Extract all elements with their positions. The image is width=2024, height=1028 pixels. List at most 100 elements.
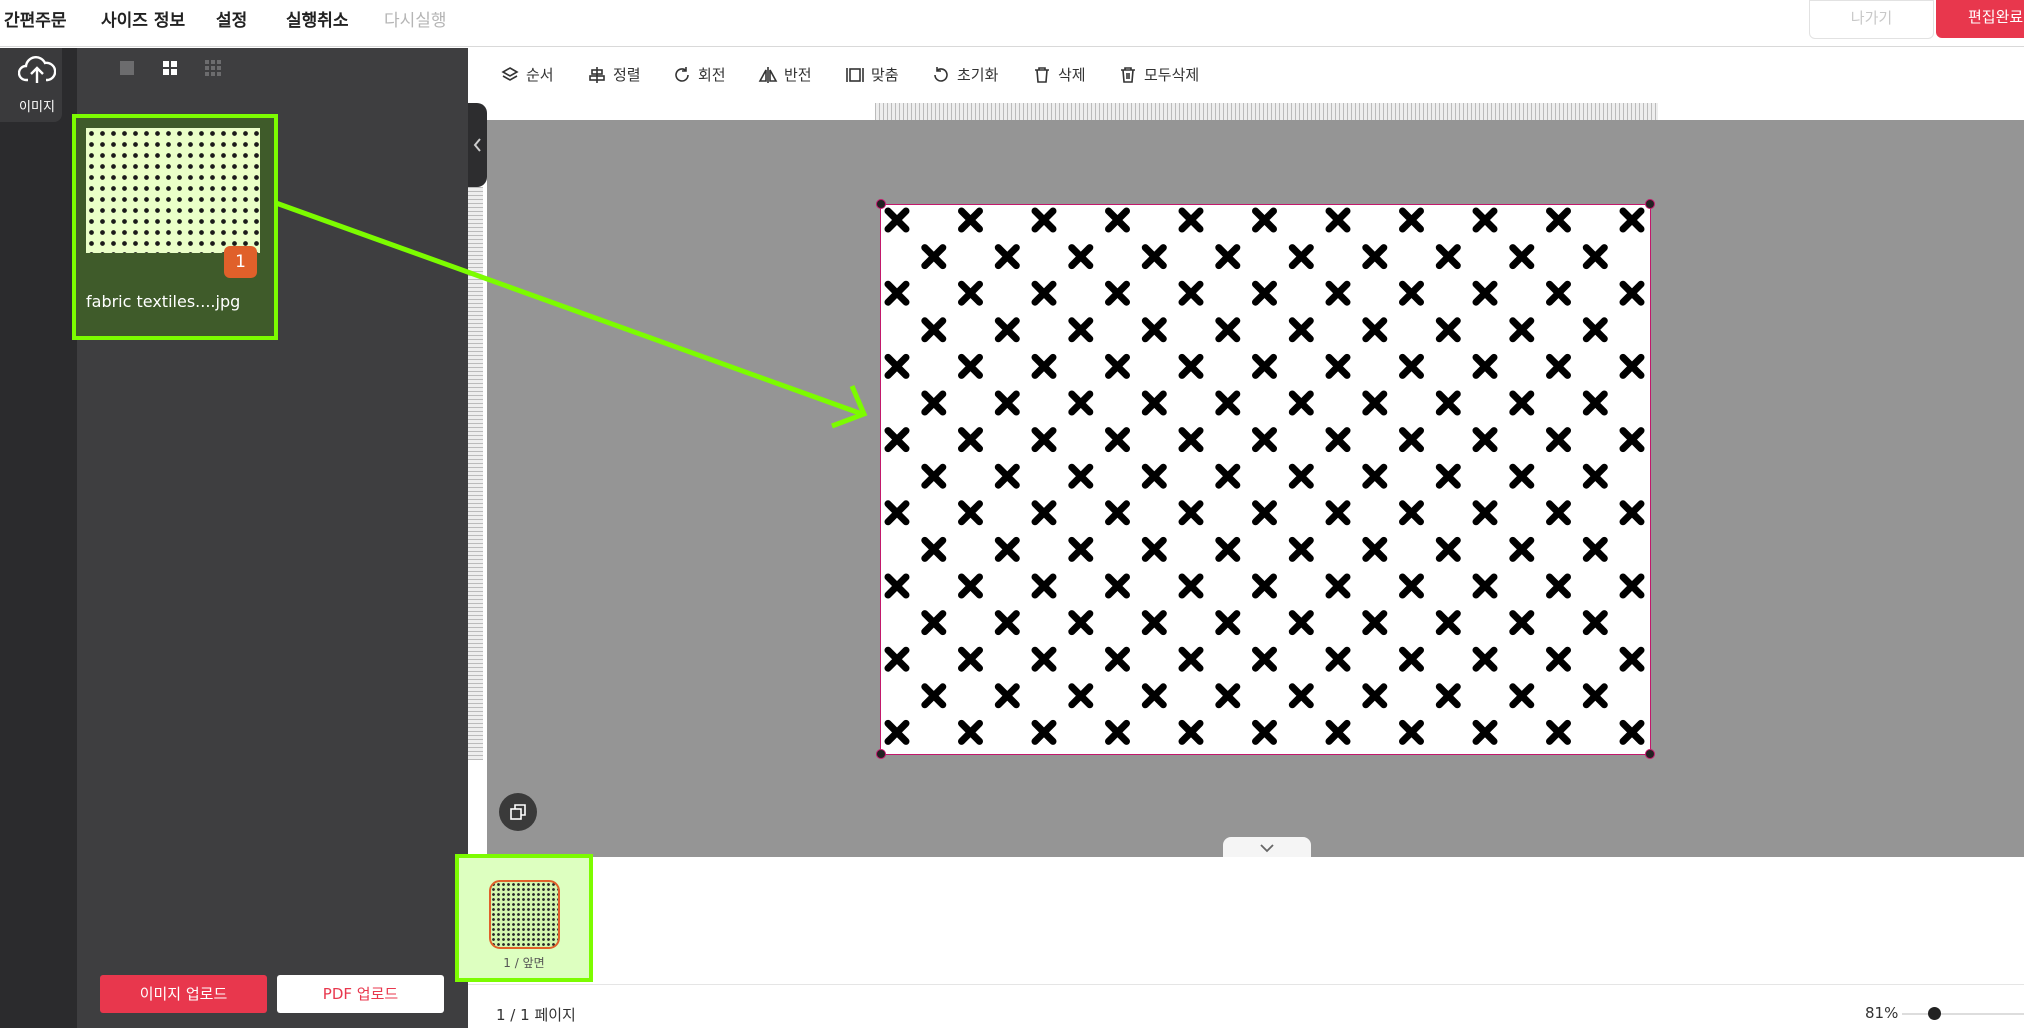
rail-item-image[interactable]: 이미지 <box>0 48 62 122</box>
cross-mark <box>994 390 1020 416</box>
design-canvas[interactable] <box>880 204 1651 755</box>
cross-mark <box>1399 427 1424 453</box>
cross-mark <box>1325 427 1351 453</box>
cross-mark <box>1546 427 1571 453</box>
cross-mark <box>1399 207 1424 233</box>
cross-mark <box>1582 244 1608 270</box>
cross-mark <box>1509 536 1535 562</box>
duplicate-button[interactable] <box>499 793 537 831</box>
cross-mark <box>1619 500 1645 526</box>
cross-mark <box>1362 536 1388 562</box>
cross-mark <box>1435 390 1461 416</box>
resize-handle-top-left[interactable] <box>876 199 886 209</box>
delete-all-tool-label: 모두삭제 <box>1144 66 1200 84</box>
dense-grid-view-icon[interactable] <box>203 58 223 78</box>
zoom-slider[interactable] <box>1902 1013 2024 1015</box>
cross-mark <box>1252 207 1277 233</box>
top-bar: 간편주문 사이즈 정보 설정 실행취소 다시실행 나가기 편집완료 <box>0 0 2024 47</box>
flip-tool[interactable]: 반전 <box>758 64 812 85</box>
cross-mark <box>1619 427 1645 453</box>
cross-mark <box>1105 353 1130 379</box>
size-info-menu[interactable]: 사이즈 정보 <box>101 6 185 31</box>
reset-tool[interactable]: 초기화 <box>931 64 998 85</box>
cross-mark <box>1472 207 1498 233</box>
cross-mark <box>1325 500 1351 526</box>
top-ruler <box>875 103 1658 120</box>
settings-menu[interactable]: 설정 <box>216 6 247 31</box>
cross-mark <box>958 427 983 453</box>
cross-mark <box>1362 683 1388 709</box>
copy-icon <box>510 804 526 820</box>
single-view-icon[interactable] <box>117 58 137 78</box>
undo-menu[interactable]: 실행취소 <box>286 6 349 31</box>
cross-mark <box>1619 207 1645 233</box>
resize-handle-bottom-right[interactable] <box>1645 749 1655 759</box>
delete-all-tool[interactable]: 모두삭제 <box>1118 64 1199 85</box>
trash-all-icon <box>1121 66 1135 83</box>
redo-menu[interactable]: 다시실행 <box>384 6 447 31</box>
cross-mark <box>1399 573 1424 599</box>
cross-mark <box>1325 353 1351 379</box>
cloud-upload-icon <box>18 56 56 83</box>
cross-mark <box>1582 610 1608 636</box>
cross-mark <box>1288 463 1314 489</box>
cross-mark <box>1362 244 1388 270</box>
cross-mark <box>1546 207 1571 233</box>
cross-mark <box>994 536 1020 562</box>
align-tool[interactable]: 정렬 <box>587 64 641 85</box>
fit-tool[interactable]: 맞춤 <box>845 64 899 85</box>
grid-view-icon[interactable] <box>160 58 180 78</box>
cross-mark <box>1472 353 1498 379</box>
thumbnail-filename: fabric textiles....jpg <box>86 292 241 311</box>
image-upload-button[interactable]: 이미지 업로드 <box>100 975 267 1013</box>
cross-mark <box>1362 463 1388 489</box>
cross-mark <box>1141 610 1167 636</box>
resize-handle-top-right[interactable] <box>1645 199 1655 209</box>
cross-mark <box>1399 353 1424 379</box>
cross-mark <box>1068 610 1094 636</box>
cross-mark <box>1546 500 1571 526</box>
cross-mark <box>1178 427 1204 453</box>
quick-order-menu[interactable]: 간편주문 <box>4 6 67 31</box>
cross-mark <box>1509 244 1535 270</box>
cross-mark <box>1105 573 1130 599</box>
cross-mark <box>958 280 983 306</box>
done-button[interactable]: 편집완료 <box>1936 0 2024 38</box>
cross-mark <box>1031 500 1057 526</box>
reset-icon <box>934 66 948 82</box>
exit-button[interactable]: 나가기 <box>1809 0 1934 39</box>
cross-mark <box>1619 353 1645 379</box>
cross-mark <box>1141 317 1167 343</box>
page-thumbnail-image <box>489 880 560 949</box>
cross-mark <box>994 317 1020 343</box>
fabric-cross-pattern <box>884 207 1645 745</box>
cross-mark <box>1546 573 1571 599</box>
delete-tool[interactable]: 삭제 <box>1032 64 1086 85</box>
zoom-slider-knob[interactable] <box>1928 1007 1941 1020</box>
cross-mark <box>1435 317 1461 343</box>
pdf-upload-button[interactable]: PDF 업로드 <box>277 975 444 1013</box>
cross-mark <box>1215 317 1241 343</box>
cross-mark <box>994 244 1020 270</box>
order-tool[interactable]: 순서 <box>500 64 554 85</box>
page-thumbnail-front[interactable]: 1 / 앞면 <box>455 854 593 982</box>
cross-mark <box>1105 719 1130 745</box>
cross-mark <box>1252 500 1277 526</box>
cross-mark <box>1509 463 1535 489</box>
cross-mark <box>1325 573 1351 599</box>
cross-mark <box>958 500 983 526</box>
image-thumbnail-card[interactable]: 1 fabric textiles....jpg <box>72 114 278 340</box>
page-strip-toggle[interactable] <box>1223 837 1311 857</box>
cross-mark <box>1362 317 1388 343</box>
cross-mark <box>1252 573 1277 599</box>
resize-handle-bottom-left[interactable] <box>876 749 886 759</box>
cross-mark <box>1509 317 1535 343</box>
cross-mark <box>1619 719 1645 745</box>
rotate-tool[interactable]: 회전 <box>672 64 726 85</box>
layers-icon <box>501 66 519 81</box>
cross-mark <box>1215 390 1241 416</box>
panel-collapse-button[interactable] <box>468 103 487 187</box>
cross-mark <box>1399 646 1424 672</box>
left-ruler <box>468 187 483 760</box>
fit-icon <box>846 67 864 82</box>
